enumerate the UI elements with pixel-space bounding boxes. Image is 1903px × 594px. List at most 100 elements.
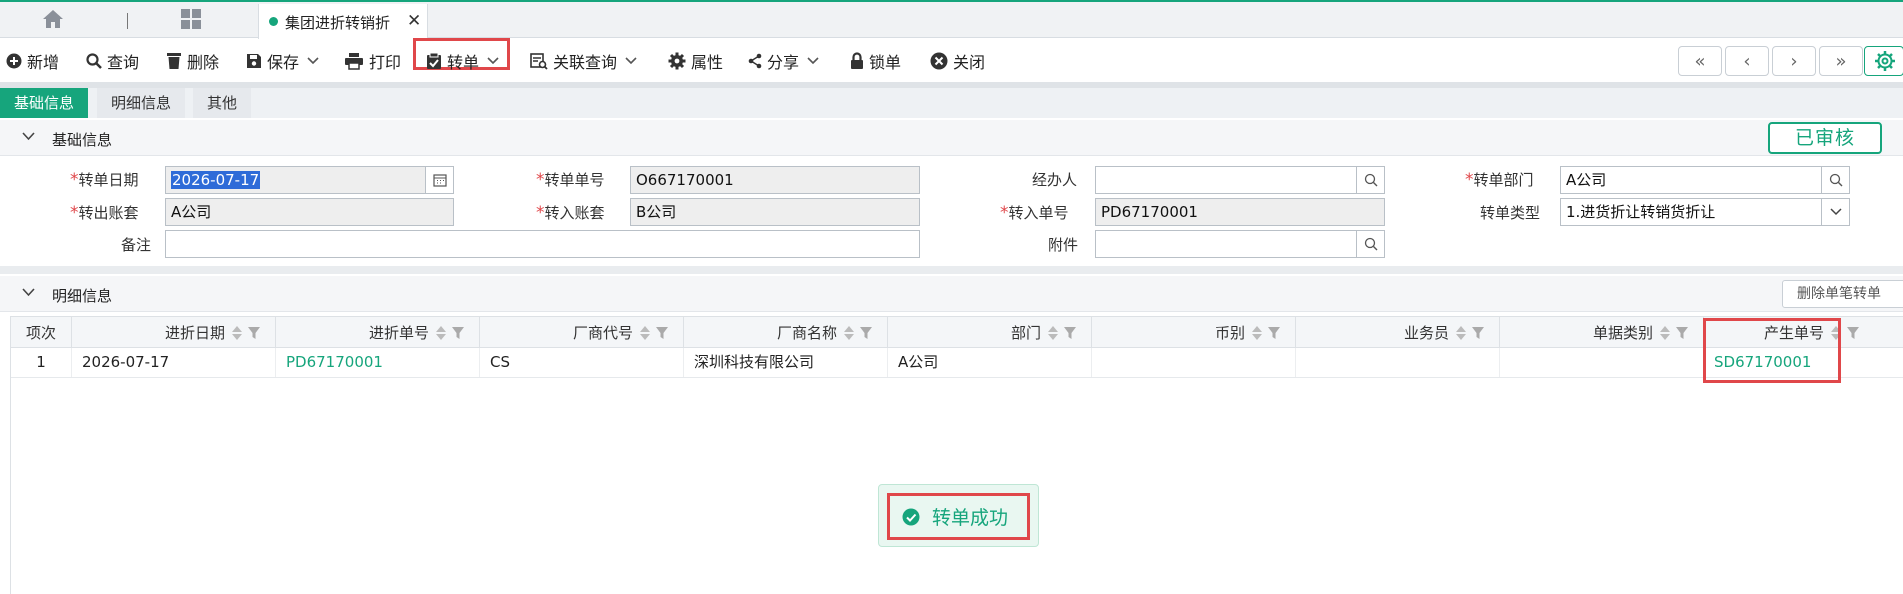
settings-button[interactable] (1864, 46, 1903, 76)
home-icon[interactable] (42, 9, 68, 33)
in-account-field[interactable]: B公司 (630, 198, 920, 226)
column-header[interactable]: 进折日期 (72, 317, 276, 348)
delete-button-label: 删除 (187, 53, 220, 72)
transfer-no-label: *转单单号 (536, 170, 605, 190)
transfer-dept-field[interactable]: A公司 (1560, 166, 1850, 194)
print-button[interactable]: 打印 (344, 48, 401, 74)
sort-icon[interactable] (1455, 325, 1467, 341)
success-toast-highlight-box: 转单成功 (887, 493, 1030, 540)
search-icon (86, 53, 102, 69)
transfer-dept-label: *转单部门 (1465, 170, 1534, 190)
column-header[interactable]: 币别 (1092, 317, 1296, 348)
basic-section-title: 基础信息 (52, 131, 113, 149)
toast-message: 转单成功 (932, 507, 1009, 529)
column-header[interactable]: 厂商代号 (480, 317, 684, 348)
toolbar: 新增 查询 删除 保存 打印 转单 关联查询 属性 分享 锁单 关闭 « ‹ ›… (0, 38, 1903, 82)
delete-button[interactable]: 删除 (166, 48, 219, 74)
chevron-down-icon[interactable] (1821, 199, 1849, 225)
search-icon[interactable] (1356, 231, 1384, 257)
column-header[interactable]: 项次 (11, 317, 72, 348)
filter-icon[interactable] (1063, 326, 1077, 340)
filter-icon[interactable] (247, 326, 261, 340)
properties-button[interactable]: 属性 (668, 48, 723, 74)
gear-icon (1875, 51, 1895, 71)
related-query-icon (530, 53, 548, 70)
transfer-type-select[interactable]: 1.进货折让转销货折让 (1560, 198, 1850, 226)
chevron-down-icon[interactable] (625, 57, 637, 65)
table-cell (1500, 348, 1704, 377)
last-record-button[interactable]: » (1819, 46, 1863, 76)
sort-icon[interactable] (639, 325, 651, 341)
transfer-type-label: 转单类型 (1480, 204, 1541, 222)
tab-detail-info[interactable]: 明细信息 (97, 88, 186, 118)
filter-icon[interactable] (1846, 326, 1860, 340)
basic-section-header[interactable]: 基础信息 (0, 120, 1903, 156)
filter-icon[interactable] (859, 326, 873, 340)
query-button[interactable]: 查询 (86, 48, 139, 74)
filter-icon[interactable] (1675, 326, 1689, 340)
detail-section-title: 明细信息 (52, 287, 113, 305)
next-record-button[interactable]: › (1772, 46, 1816, 76)
section-divider (0, 266, 1903, 274)
search-icon[interactable] (1821, 167, 1849, 193)
chevron-down-icon[interactable] (807, 57, 819, 65)
save-button-label: 保存 (267, 53, 300, 72)
remark-field[interactable] (165, 230, 920, 258)
transfer-no-field[interactable]: O667170001 (630, 166, 920, 194)
tab-document[interactable]: 集团进折转销折 ✕ (258, 4, 428, 39)
close-tab-icon[interactable]: ✕ (407, 11, 421, 31)
attachment-field[interactable] (1095, 230, 1385, 258)
table-cell: 1 (11, 348, 72, 377)
generated-no-highlight-box (1703, 318, 1841, 383)
table-cell (1296, 348, 1500, 377)
column-header[interactable]: 业务员 (1296, 317, 1500, 348)
column-header[interactable]: 厂商名称 (684, 317, 888, 348)
save-button[interactable]: 保存 (246, 48, 324, 74)
sort-icon[interactable] (231, 325, 243, 341)
previous-record-button[interactable]: ‹ (1725, 46, 1769, 76)
filter-icon[interactable] (451, 326, 465, 340)
section-tabs: 基础信息 明细信息 其他 (0, 88, 1903, 118)
chevron-down-icon[interactable] (487, 57, 499, 65)
in-no-field[interactable]: PD67170001 (1095, 198, 1385, 226)
table-cell: 深圳科技有限公司 (684, 348, 888, 377)
new-button[interactable]: 新增 (6, 48, 59, 74)
column-header[interactable]: 单据类别 (1500, 317, 1704, 348)
transfer-button-label: 转单 (447, 53, 480, 72)
printer-icon (345, 53, 363, 70)
sort-icon[interactable] (1047, 325, 1059, 341)
search-icon[interactable] (1356, 167, 1384, 193)
transfer-button[interactable]: 转单 (426, 48, 504, 74)
sort-icon[interactable] (435, 325, 447, 341)
transfer-date-field[interactable]: 2026-07-17 (165, 166, 454, 194)
column-header[interactable]: 进折单号 (276, 317, 480, 348)
check-circle-icon (902, 508, 920, 525)
out-account-field[interactable]: A公司 (165, 198, 454, 226)
lock-button[interactable]: 锁单 (850, 48, 901, 74)
calendar-icon[interactable] (425, 167, 453, 193)
column-header[interactable]: 部门 (888, 317, 1092, 348)
table-row[interactable]: 1 2026-07-17 PD67170001 CS 深圳科技有限公司 A公司 … (11, 348, 1903, 378)
table-cell-link[interactable]: PD67170001 (276, 348, 480, 377)
filter-icon[interactable] (655, 326, 669, 340)
chevron-down-icon[interactable] (22, 132, 35, 141)
related-query-button[interactable]: 关联查询 (530, 48, 642, 74)
sort-icon[interactable] (1251, 325, 1263, 341)
filter-icon[interactable] (1267, 326, 1281, 340)
close-button[interactable]: 关闭 (930, 48, 985, 74)
first-record-button[interactable]: « (1678, 46, 1722, 76)
grid-icon[interactable] (180, 8, 206, 32)
delete-single-transfer-button[interactable]: 删除单笔转单 (1782, 280, 1903, 308)
table-cell: CS (480, 348, 684, 377)
sort-icon[interactable] (1659, 325, 1671, 341)
filter-icon[interactable] (1471, 326, 1485, 340)
tab-basic-info[interactable]: 基础信息 (0, 88, 89, 118)
chevron-down-icon[interactable] (22, 288, 35, 297)
sort-icon[interactable] (843, 325, 855, 341)
in-account-label: *转入账套 (536, 203, 605, 223)
tab-other[interactable]: 其他 (193, 88, 252, 118)
handler-field[interactable] (1095, 166, 1385, 194)
detail-section-header[interactable]: 明细信息 (0, 276, 1903, 312)
chevron-down-icon[interactable] (307, 57, 319, 65)
share-button[interactable]: 分享 (748, 48, 824, 74)
